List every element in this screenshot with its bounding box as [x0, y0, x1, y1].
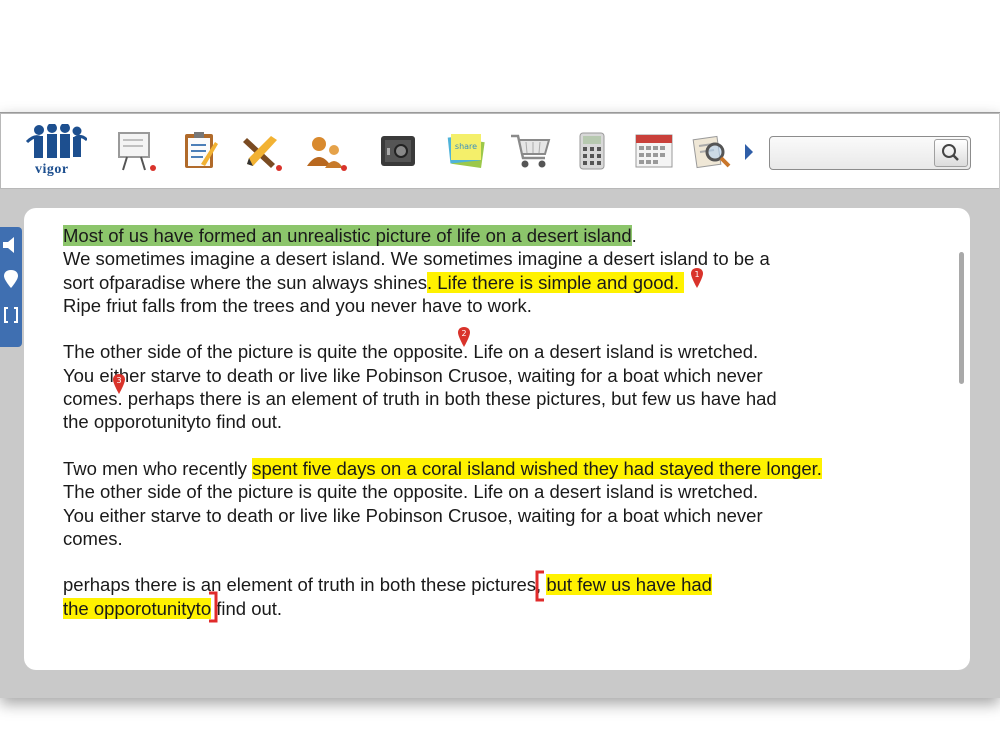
text-line: Ripe friut falls from the trees and you …	[63, 294, 532, 316]
search-button[interactable]	[934, 139, 968, 167]
calculator-icon[interactable]	[571, 130, 613, 172]
magnifier-document-icon[interactable]	[691, 130, 733, 172]
text-span: comes	[63, 388, 118, 410]
text-line: You either starve to death or live like …	[63, 504, 763, 526]
vigor-logo[interactable]: vigor	[25, 123, 89, 182]
toolbar: vigor share	[0, 113, 999, 189]
clipboard-notes-icon[interactable]	[179, 130, 221, 172]
text-span: perhaps there is an element of truth in …	[63, 574, 547, 596]
paragraph-2: The other side of the picture is quite t…	[63, 327, 953, 433]
app-window: vigor share Most of us have formed an un…	[0, 112, 1000, 698]
map-pin-icon: 1	[691, 267, 704, 288]
text-span: Two men who recently	[63, 457, 253, 479]
pin-number: 1	[695, 270, 700, 279]
text-line: You either starve to death or live like …	[63, 364, 763, 386]
pin-number: 3	[116, 376, 121, 385]
text-span: find out.	[211, 597, 283, 619]
logo-text: vigor	[35, 162, 69, 177]
yellow-highlight[interactable]: the opporotunityto	[63, 597, 212, 619]
document-text: Most of us have formed an unrealistic pi…	[63, 224, 953, 643]
share-notes-icon[interactable]: share	[445, 130, 487, 172]
close-bracket-icon	[209, 591, 218, 623]
yellow-highlight[interactable]: but few us have had	[546, 574, 712, 596]
text-line: the opporotunityto find out.	[63, 411, 283, 433]
people-logo-icon	[25, 123, 89, 158]
text-line: The other side of the picture is quite t…	[63, 481, 759, 503]
paragraph-4: perhaps there is an element of truth in …	[63, 570, 953, 623]
share-label: share	[455, 142, 477, 151]
calendar-icon[interactable]	[633, 130, 675, 172]
pin-number: 2	[462, 329, 467, 338]
paragraph-3: Two men who recently spent five days on …	[63, 457, 953, 550]
pin-icon[interactable]	[2, 269, 20, 289]
search-icon	[942, 144, 959, 161]
speaker-icon[interactable]	[2, 235, 20, 255]
text-line: We sometimes imagine a desert island. We…	[63, 248, 770, 270]
shopping-cart-icon[interactable]	[509, 130, 551, 172]
yellow-highlight[interactable]: spent five days on a coral island wished…	[252, 457, 822, 479]
map-pin-icon: 2	[458, 327, 471, 348]
safe-icon[interactable]	[377, 130, 419, 172]
side-tool-tab	[0, 227, 22, 347]
scrollbar[interactable]	[959, 252, 964, 384]
search-box	[769, 136, 971, 170]
paragraph-1: Most of us have formed an unrealistic pi…	[63, 224, 953, 317]
text-line: comes.	[63, 527, 123, 549]
search-input[interactable]	[774, 140, 934, 168]
text-span: . Life on a desert island is wretched.	[463, 341, 759, 363]
text-span: The other side of the picture is quite t…	[63, 341, 464, 363]
green-highlight[interactable]: Most of us have formed an unrealistic pi…	[63, 225, 632, 246]
text-span: .	[631, 225, 637, 246]
presentation-board-icon[interactable]	[115, 130, 157, 172]
users-icon[interactable]	[305, 130, 347, 172]
reader-panel: Most of us have formed an unrealistic pi…	[24, 208, 970, 670]
yellow-highlight[interactable]: . Life there is simple and good.	[427, 271, 685, 293]
pencil-ruler-icon[interactable]	[241, 130, 283, 172]
text-line: sort ofparadise where the sun always shi…	[63, 271, 428, 293]
map-pin-icon: 3	[112, 374, 125, 395]
bracket-icon[interactable]	[2, 305, 20, 325]
text-span: . perhaps there is an element of truth i…	[117, 388, 777, 410]
next-arrow-icon[interactable]	[743, 142, 755, 162]
open-bracket-icon	[535, 570, 545, 602]
